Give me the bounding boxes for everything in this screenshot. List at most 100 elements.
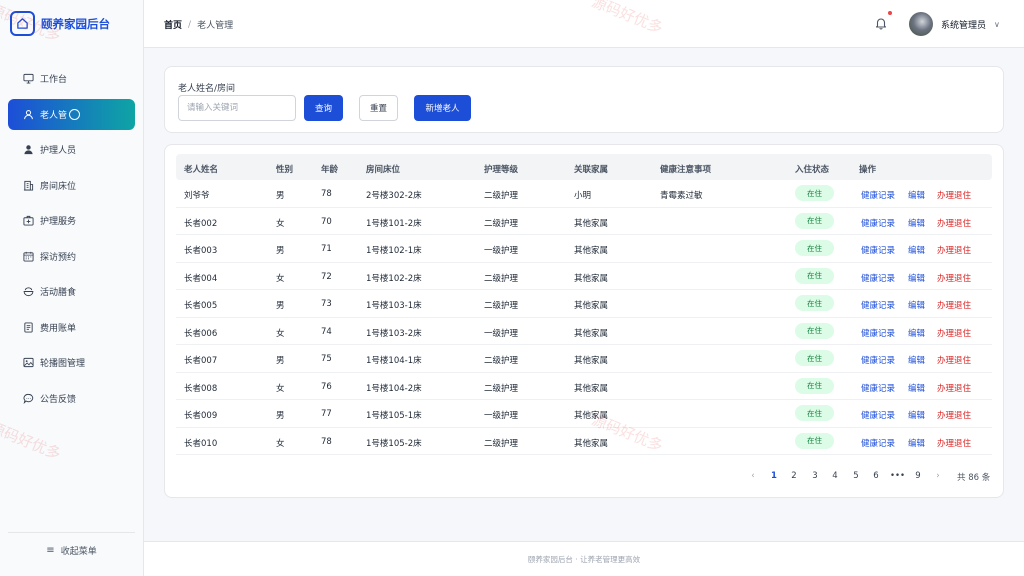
- edit-link[interactable]: 编辑: [908, 437, 925, 449]
- edit-link[interactable]: 编辑: [908, 299, 925, 311]
- health-record-link[interactable]: 健康记录: [861, 217, 895, 229]
- health-record-link[interactable]: 健康记录: [861, 327, 895, 339]
- edit-link[interactable]: 编辑: [908, 217, 925, 229]
- cell-age: 71: [321, 244, 332, 254]
- page-button[interactable]: 6: [869, 471, 883, 481]
- checkout-link[interactable]: 办理退住: [937, 354, 971, 366]
- user-filled-icon: [23, 144, 34, 155]
- cell-age: 74: [321, 326, 332, 337]
- page-button[interactable]: 4: [828, 471, 842, 481]
- checkout-link[interactable]: 办理退住: [937, 299, 971, 311]
- sidebar-item-0[interactable]: 工作台: [8, 63, 135, 94]
- page-button[interactable]: 2: [787, 471, 801, 481]
- status-badge: 在住: [795, 267, 834, 284]
- cell-age: 75: [321, 354, 332, 364]
- cell-gender: 男: [276, 301, 285, 311]
- cell-room: 1号楼103-2床: [366, 328, 422, 339]
- sidebar-item-8[interactable]: 轮播图管理: [8, 347, 135, 378]
- checkout-link[interactable]: 办理退住: [937, 437, 971, 449]
- checkout-link[interactable]: 办理退住: [937, 217, 971, 229]
- add-elder-button[interactable]: 新增老人: [414, 95, 471, 121]
- sidebar-item-7[interactable]: 费用账单: [8, 312, 135, 343]
- image-icon: [23, 357, 34, 368]
- status-badge: 在住: [795, 322, 834, 339]
- breadcrumb-home[interactable]: 首页: [164, 18, 182, 31]
- reset-button[interactable]: 重置: [359, 95, 398, 121]
- cell-name: 长者010: [184, 438, 218, 449]
- page-button[interactable]: 3: [808, 471, 822, 481]
- collapse-menu-label: 收起菜单: [60, 547, 97, 557]
- sidebar-item-9[interactable]: 公告反馈: [8, 383, 135, 414]
- column-header: 操作: [859, 165, 877, 175]
- status-badge: 在住: [795, 295, 834, 311]
- checkout-link[interactable]: 办理退住: [937, 189, 971, 201]
- sidebar-item-4[interactable]: 护理服务: [8, 205, 135, 236]
- page-button[interactable]: 5: [849, 471, 863, 481]
- cell-family: 小明: [574, 191, 592, 201]
- cell-level: 二级护理: [484, 383, 519, 394]
- breadcrumb-current: 老人管理: [197, 21, 234, 31]
- sidebar-item-6[interactable]: 活动膳食: [8, 276, 135, 307]
- bill-icon: [23, 321, 34, 333]
- checkout-link[interactable]: 办理退住: [937, 409, 971, 421]
- edit-link[interactable]: 编辑: [908, 189, 925, 201]
- edit-link[interactable]: 编辑: [908, 354, 925, 366]
- edit-link[interactable]: 编辑: [908, 382, 925, 394]
- status-badge: 在住: [795, 185, 834, 201]
- checkout-link[interactable]: 办理退住: [937, 244, 971, 256]
- food-bowl-icon: [23, 286, 34, 297]
- cell-gender: 女: [276, 383, 285, 394]
- edit-link[interactable]: 编辑: [908, 409, 925, 421]
- sidebar-item-5[interactable]: 探访预约: [8, 241, 135, 272]
- cell-age: 78: [321, 189, 332, 199]
- page-ellipsis[interactable]: •••: [890, 471, 905, 481]
- building-icon: [23, 180, 34, 191]
- cell-name: 长者002: [184, 218, 218, 229]
- cell-room: 1号楼102-2床: [366, 273, 422, 284]
- column-header: 关联家属: [574, 165, 609, 175]
- table-row: 长者009 男 77 1号楼105-1床 一级护理 其他家属 在住 健康记录 编辑 办理退住: [176, 400, 992, 428]
- status-badge: 在住: [795, 377, 834, 394]
- prev-page-button[interactable]: ‹: [746, 471, 760, 481]
- cell-name: 长者003: [184, 246, 218, 256]
- sidebar-item-label: 探访预约: [40, 252, 77, 263]
- collapse-menu-button[interactable]: ≡ 收起菜单: [8, 532, 135, 568]
- cell-name: 刘爷爷: [184, 191, 210, 201]
- health-record-link[interactable]: 健康记录: [861, 354, 895, 366]
- edit-link[interactable]: 编辑: [908, 244, 925, 256]
- user-menu[interactable]: 系统管理员 ∨: [909, 12, 1000, 36]
- health-record-link[interactable]: 健康记录: [861, 299, 895, 311]
- app-title: 颐养家园后台: [41, 16, 110, 31]
- health-record-link[interactable]: 健康记录: [861, 437, 895, 449]
- health-record-link[interactable]: 健康记录: [861, 382, 895, 394]
- notification-bell-icon[interactable]: [874, 11, 892, 30]
- query-button[interactable]: 查询: [304, 95, 343, 121]
- page-button[interactable]: 9: [911, 471, 925, 481]
- health-record-link[interactable]: 健康记录: [861, 244, 895, 256]
- cell-level: 二级护理: [484, 191, 519, 201]
- app-logo[interactable]: 颐养家园后台: [10, 11, 110, 36]
- checkout-link[interactable]: 办理退住: [937, 327, 971, 339]
- health-record-link[interactable]: 健康记录: [861, 189, 895, 201]
- health-record-link[interactable]: 健康记录: [861, 272, 895, 284]
- search-input[interactable]: [178, 95, 296, 121]
- health-record-link[interactable]: 健康记录: [861, 409, 895, 421]
- sidebar-item-2[interactable]: 护理人员: [8, 134, 135, 165]
- chevron-down-icon: ∨: [994, 19, 1000, 29]
- avatar: [909, 12, 933, 36]
- cell-family: 其他家属: [574, 328, 609, 339]
- cell-gender: 男: [276, 246, 285, 256]
- cell-room: 1号楼101-2床: [366, 218, 422, 229]
- sidebar-item-3[interactable]: 房间床位: [8, 170, 135, 201]
- edit-link[interactable]: 编辑: [908, 272, 925, 284]
- next-page-button[interactable]: ›: [931, 471, 945, 481]
- cell-family: 其他家属: [574, 356, 609, 366]
- pagination: ‹ 1 2 3 4 5 6 ••• 9 › 共 86 条: [165, 471, 1005, 485]
- sidebar-item-1[interactable]: 老人管: [8, 98, 135, 130]
- footer-text: 颐养家园后台 · 让养老管理更高效: [527, 554, 641, 564]
- checkout-link[interactable]: 办理退住: [937, 382, 971, 394]
- page-button[interactable]: 1: [767, 471, 781, 481]
- cell-name: 长者008: [184, 383, 218, 394]
- edit-link[interactable]: 编辑: [908, 327, 925, 339]
- checkout-link[interactable]: 办理退住: [937, 272, 971, 284]
